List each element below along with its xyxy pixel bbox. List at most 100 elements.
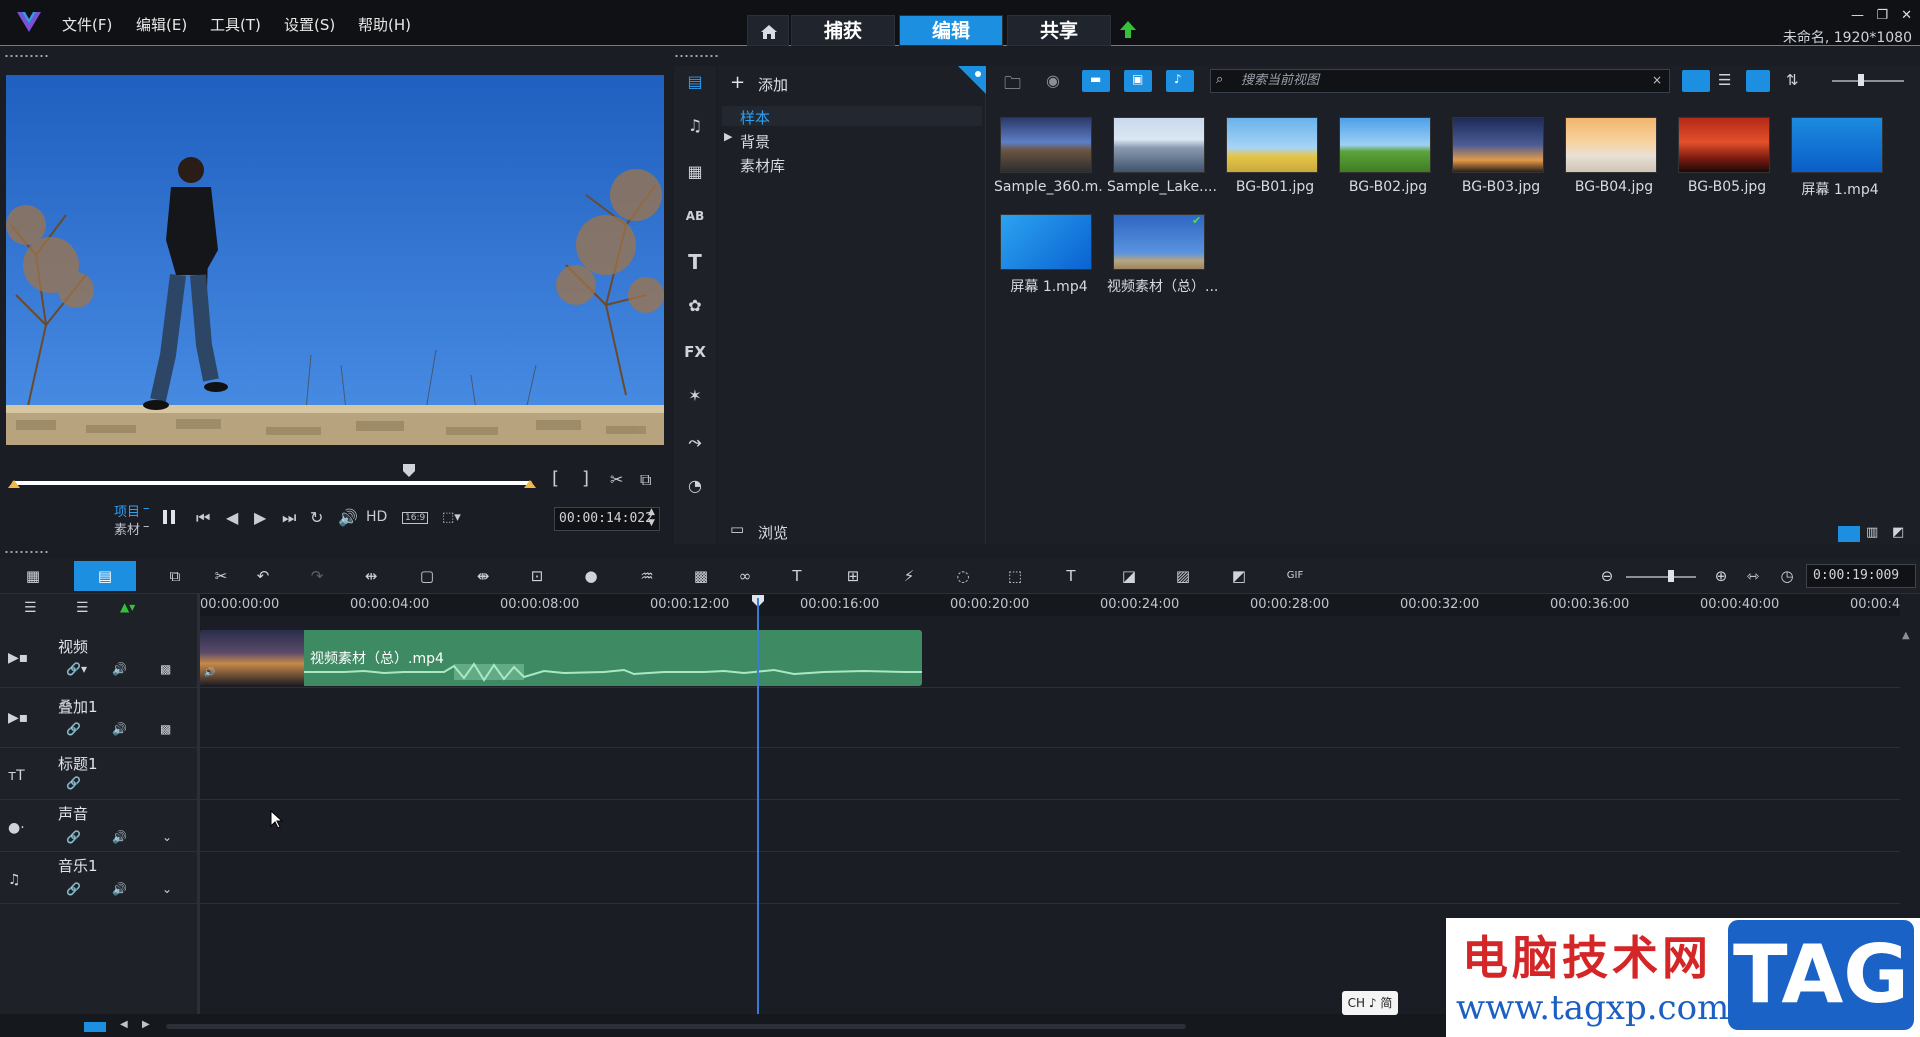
split-icon[interactable]: ⇼ <box>472 566 494 586</box>
search-input[interactable]: 搜索当前视图 <box>1210 69 1670 93</box>
pin-icon[interactable] <box>958 66 986 94</box>
media-item[interactable]: BG-B05.jpg <box>1672 115 1782 207</box>
enlarge-preview-icon[interactable]: ⧉ <box>640 470 651 490</box>
audio-mixer-icon[interactable]: ♒ <box>636 566 658 586</box>
painting-icon[interactable]: ▨ <box>1172 566 1194 586</box>
media-item[interactable]: BG-B03.jpg <box>1446 115 1556 207</box>
track-grid-icon[interactable]: ▩ <box>160 722 171 736</box>
menu-file[interactable]: 文件(F) <box>62 14 112 35</box>
link-icon[interactable]: 🔗▾ <box>66 662 87 676</box>
motion-icon[interactable]: ✶ <box>683 384 707 408</box>
fit-project-icon[interactable]: ⇿ <box>1742 566 1764 586</box>
chevron-down-icon[interactable]: ⌄ <box>162 830 172 844</box>
go-to-start-icon[interactable]: ⏮ <box>196 508 210 528</box>
instant-project-icon[interactable]: ♫ <box>683 114 707 138</box>
next-frame-icon[interactable]: ▶ <box>254 508 266 527</box>
multi-camera-icon[interactable]: ⊞ <box>842 566 864 586</box>
import-folder-icon[interactable]: 🗀 <box>1004 71 1021 100</box>
aspect-ratio-button[interactable]: 16:9 <box>402 512 429 524</box>
pause-button[interactable] <box>158 506 180 528</box>
chapter-icon[interactable]: ▩ <box>690 566 712 586</box>
list-view-icon[interactable]: ☰ <box>1718 71 1731 89</box>
menu-help[interactable]: 帮助(H) <box>358 14 411 35</box>
expand-arrow-icon[interactable]: ▶ <box>724 130 732 143</box>
scroll-mode-button[interactable] <box>84 1022 106 1032</box>
link-icon[interactable]: 🔗 <box>66 882 81 896</box>
tools-icon[interactable]: ✂ <box>210 566 232 586</box>
track-grid-icon[interactable]: ▩ <box>160 662 171 676</box>
media-item[interactable]: Sample_Lake.... <box>1107 115 1217 207</box>
storyboard-view-icon[interactable]: ▦ <box>22 566 44 586</box>
track-volume-icon[interactable]: 🔊 <box>112 830 127 844</box>
library-grip[interactable] <box>674 54 720 58</box>
layout-library-button[interactable] <box>1838 526 1860 542</box>
close-icon[interactable]: ✕ <box>1901 8 1912 23</box>
stop-motion-icon[interactable]: ⚡ <box>898 566 920 586</box>
menu-tools[interactable]: 工具(T) <box>210 14 261 35</box>
media-item[interactable]: Sample_360.m... <box>994 115 1104 207</box>
go-to-end-icon[interactable]: ⏭ <box>282 508 296 528</box>
media-item[interactable]: BG-B01.jpg <box>1220 115 1330 207</box>
motion-track-icon[interactable]: ∞ <box>734 566 756 586</box>
fit-in-icon[interactable]: ⊡ <box>526 566 548 586</box>
fit-timeline-icon[interactable]: ⇹ <box>360 566 382 586</box>
video-clip[interactable]: 🔊 视频素材（总）.mp4 <box>200 630 922 686</box>
safe-area-icon[interactable]: ⬚▾ <box>442 510 461 525</box>
3d-title-icon[interactable]: T <box>1060 566 1082 586</box>
ripple-edit-icon[interactable]: ▲▾ <box>120 600 135 614</box>
duration-clock-icon[interactable]: ◷ <box>1776 566 1798 586</box>
scroll-right-icon[interactable]: ▶ <box>142 1019 150 1030</box>
scroll-left-icon[interactable]: ◀ <box>120 1019 128 1030</box>
path-icon[interactable]: ⤳ <box>683 430 707 454</box>
layout-split-icon[interactable]: ▥ <box>1866 525 1878 540</box>
home-tab[interactable] <box>747 15 789 46</box>
sort-icon[interactable]: ⇅ <box>1786 71 1799 89</box>
track-manager-list-icon[interactable]: ☰ <box>24 600 37 616</box>
scrubber-track[interactable] <box>12 481 532 485</box>
menu-edit[interactable]: 编辑(E) <box>136 14 187 35</box>
copy-icon[interactable]: ⧉ <box>164 566 186 586</box>
capture-icon[interactable]: ◉ <box>1046 71 1060 90</box>
add-track-icon[interactable]: ☰ <box>76 600 89 616</box>
mark-in-button[interactable]: [ <box>552 468 559 489</box>
tab-share[interactable]: 共享 <box>1007 15 1111 46</box>
layout-custom-icon[interactable]: ◩ <box>1892 525 1904 540</box>
media-item[interactable]: 屏幕 1.mp4 <box>1785 115 1895 207</box>
horizontal-scrollbar[interactable] <box>166 1024 1186 1029</box>
playhead-line[interactable] <box>757 598 759 1014</box>
thumbnail-size-handle[interactable] <box>1858 74 1864 86</box>
mask-icon[interactable]: ◪ <box>1118 566 1140 586</box>
chevron-down-icon[interactable]: ⌄ <box>162 882 172 896</box>
media-icon[interactable]: ▤ <box>683 70 707 94</box>
timeline-grip[interactable] <box>4 550 50 554</box>
template-icon[interactable]: AB <box>683 204 707 228</box>
tree-item-backgrounds[interactable]: 背景 <box>740 131 770 152</box>
speed-gauge-icon[interactable]: ◔ <box>683 474 707 498</box>
track-music[interactable]: ♫ 音乐1 🔗 🔊 ⌄ <box>0 852 1900 904</box>
zoom-slider-handle[interactable] <box>1668 570 1674 582</box>
restore-icon[interactable]: ❐ <box>1876 8 1888 23</box>
zoom-slider[interactable] <box>1626 576 1696 578</box>
track-voice[interactable]: ●· 声音 🔗 🔊 ⌄ <box>0 800 1900 852</box>
media-item[interactable]: 屏幕 1.mp4 <box>994 212 1104 304</box>
project-mode-label[interactable]: 项目 <box>114 501 140 520</box>
volume-icon[interactable]: 🔊 <box>338 508 358 527</box>
gif-icon[interactable]: GIF <box>1284 566 1306 586</box>
track-overlay[interactable]: ▶▪ 叠加1 🔗 🔊 ▩ <box>0 688 1900 748</box>
filter-fx-icon[interactable]: FX <box>683 340 707 364</box>
repeat-icon[interactable]: ↻ <box>310 508 323 527</box>
graphics-icon[interactable]: ✿ <box>683 294 707 318</box>
scroll-up-icon[interactable]: ▲ <box>1902 630 1910 641</box>
scrubber-handle[interactable] <box>402 463 416 479</box>
clear-search-icon[interactable]: × <box>1652 73 1662 87</box>
redo-icon[interactable]: ↷ <box>306 566 328 586</box>
timecode-display[interactable]: 00:00:14:022 <box>554 507 660 531</box>
link-icon[interactable]: 🔗 <box>66 830 81 844</box>
timecode-stepper[interactable]: ▲ ▼ <box>648 507 655 529</box>
browse-button[interactable]: 浏览 <box>758 522 788 543</box>
thumbnail-size-slider[interactable] <box>1832 80 1904 82</box>
mark-out-button[interactable]: ] <box>582 468 589 489</box>
time-remap-icon[interactable]: ◌ <box>952 566 974 586</box>
hd-preview-button[interactable]: HD <box>366 509 387 525</box>
zoom-out-icon[interactable]: ⊖ <box>1596 566 1618 586</box>
